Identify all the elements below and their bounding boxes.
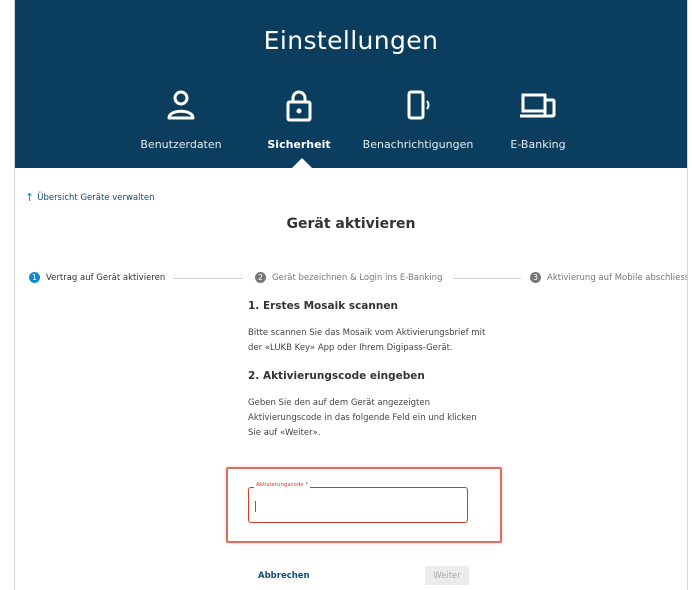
active-tab-indicator [292,158,312,168]
arrow-up-icon: ↑ [25,191,35,204]
back-link-label: Übersicht Geräte verwalten [37,193,155,203]
code-section-title: 2. Aktivierungscode eingeben [248,370,425,382]
user-icon [167,90,195,120]
nav-tab-label: Benachrichtigungen [362,138,474,151]
activation-code-label: Aktivierungscode * [254,482,311,488]
scan-section-text: Bitte scannen Sie das Mosaik vom Aktivie… [248,328,486,353]
text-cursor [255,501,256,512]
step-number-badge: 1 [29,272,40,283]
next-button[interactable]: Weiter [425,566,469,585]
nav-tab-benachrichtigungen[interactable]: Benachrichtigungen [353,88,483,151]
step-connector [453,278,521,279]
nav-tab-e-banking[interactable]: E-Banking [473,88,603,151]
step-number-badge: 3 [530,272,541,283]
step-1: 1 Vertrag auf Gerät aktivieren [29,272,165,283]
step-2: 2 Gerät bezeichnen & Login ins E-Banking [255,272,442,283]
cancel-link[interactable]: Abbrechen [258,571,310,581]
app-frame: Einstellungen Benutzerdaten Sicherheit B… [14,0,688,590]
nav-tab-label: E-Banking [510,138,566,151]
step-connector [173,278,243,279]
step-label: Vertrag auf Gerät aktivieren [46,272,166,283]
nav-tab-benutzerdaten[interactable]: Benutzerdaten [116,88,246,151]
nav-tab-sicherheit[interactable]: Sicherheit [234,88,364,151]
lock-icon [286,90,312,122]
nav-tab-label: Sicherheit [267,138,331,151]
page-header-title: Einstellungen [263,26,439,55]
devices-icon [520,93,556,118]
nav-tab-label: Benutzerdaten [140,138,222,151]
step-number-badge: 2 [255,272,266,283]
activation-code-input[interactable] [255,498,455,514]
settings-header: Einstellungen Benutzerdaten Sicherheit B… [15,0,687,168]
activation-form: 1. Erstes Mosaik scannen Bitte scannen S… [248,297,488,455]
activation-code-field[interactable]: Aktivierungscode * [248,482,468,523]
progress-stepper: 1 Vertrag auf Gerät aktivieren 2 Gerät b… [29,272,687,286]
page-title: Gerät aktivieren [286,216,416,232]
step-label: Gerät bezeichnen & Login ins E-Banking [272,272,443,283]
step-label: Aktivierung auf Mobile abschliessen [547,272,688,283]
scan-section-title: 1. Erstes Mosaik scannen [248,300,398,312]
back-to-device-overview-link[interactable]: ↑ Übersicht Geräte verwalten [25,191,155,204]
step-3: 3 Aktivierung auf Mobile abschliessen [530,272,688,283]
code-section-text: Geben Sie den auf dem Gerät angezeigten … [248,398,477,438]
smartphone-notification-icon [407,90,430,120]
